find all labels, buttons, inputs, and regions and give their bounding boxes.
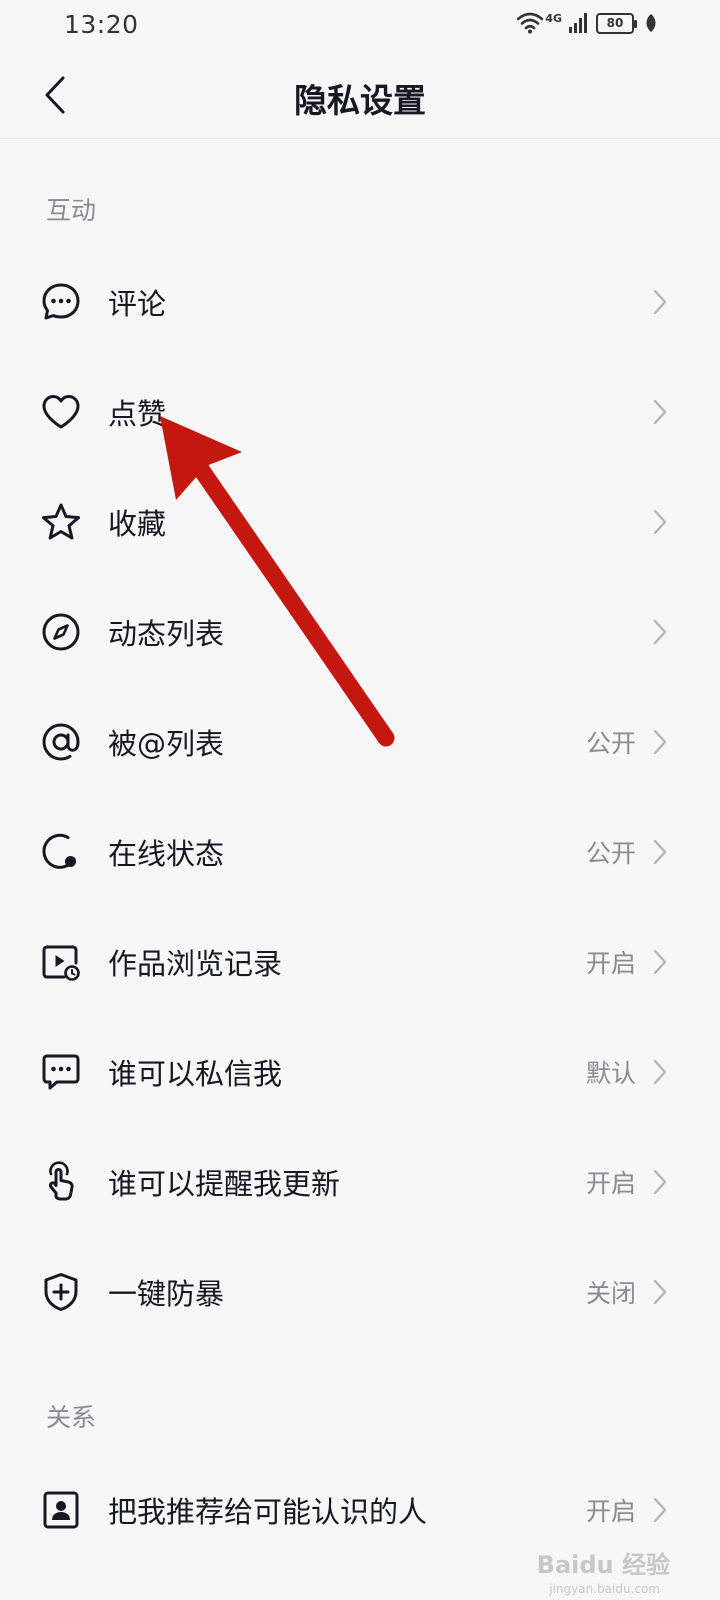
chevron-right-icon bbox=[650, 837, 670, 867]
row-value: 公开 bbox=[585, 729, 636, 758]
network-type-label: 4G bbox=[545, 12, 562, 25]
chevron-right-icon bbox=[650, 397, 670, 427]
contact-card-icon bbox=[40, 1489, 82, 1531]
online-status-icon bbox=[40, 831, 82, 873]
page-title: 隐私设置 bbox=[294, 81, 426, 120]
chevron-right-icon bbox=[650, 1495, 670, 1525]
row-value: 关闭 bbox=[585, 1279, 636, 1308]
comment-icon bbox=[40, 281, 82, 323]
chevron-right-icon bbox=[650, 287, 670, 317]
row-favorite[interactable]: 收藏 bbox=[0, 467, 720, 577]
row-value: 公开 bbox=[585, 839, 636, 868]
row-value: 开启 bbox=[585, 1169, 636, 1198]
section-title-interaction: 互动 bbox=[46, 196, 97, 225]
star-icon bbox=[40, 501, 82, 543]
row-label: 作品浏览记录 bbox=[108, 947, 283, 981]
row-label: 被@列表 bbox=[108, 727, 225, 761]
nav-bar: 隐私设置 bbox=[0, 52, 720, 139]
row-comment[interactable]: 评论 bbox=[0, 247, 720, 357]
message-icon bbox=[40, 1051, 82, 1093]
row-activity-list[interactable]: 动态列表 bbox=[0, 577, 720, 687]
shield-plus-icon bbox=[40, 1271, 82, 1313]
finger-tap-icon bbox=[40, 1161, 82, 1203]
status-icons: 4G 80 bbox=[517, 12, 658, 34]
row-value: 默认 bbox=[585, 1059, 636, 1088]
status-time: 13:20 bbox=[64, 10, 139, 39]
row-label: 把我推荐给可能认识的人 bbox=[108, 1495, 428, 1529]
chevron-right-icon bbox=[650, 1167, 670, 1197]
row-who-can-remind-update[interactable]: 谁可以提醒我更新 开启 bbox=[0, 1127, 720, 1237]
row-value: 开启 bbox=[585, 949, 636, 978]
row-video-view-history[interactable]: 作品浏览记录 开启 bbox=[0, 907, 720, 1017]
row-label: 在线状态 bbox=[108, 837, 225, 871]
row-who-can-message[interactable]: 谁可以私信我 默认 bbox=[0, 1017, 720, 1127]
heart-icon bbox=[40, 391, 82, 433]
compass-icon bbox=[40, 611, 82, 653]
row-label: 谁可以私信我 bbox=[108, 1057, 283, 1091]
row-like[interactable]: 点赞 bbox=[0, 357, 720, 467]
chevron-right-icon bbox=[650, 727, 670, 757]
row-mention-list[interactable]: 被@列表 公开 bbox=[0, 687, 720, 797]
row-label: 评论 bbox=[108, 287, 167, 321]
chevron-right-icon bbox=[650, 947, 670, 977]
section-title-relation: 关系 bbox=[46, 1403, 97, 1432]
row-label: 收藏 bbox=[108, 507, 167, 541]
row-one-click-protection[interactable]: 一键防暴 关闭 bbox=[0, 1237, 720, 1347]
at-icon bbox=[40, 721, 82, 763]
status-bar: 13:20 4G 80 bbox=[0, 0, 720, 52]
row-label: 动态列表 bbox=[108, 617, 225, 651]
battery-indicator: 80 bbox=[596, 12, 637, 34]
wifi-icon bbox=[517, 12, 544, 34]
row-online-status[interactable]: 在线状态 公开 bbox=[0, 797, 720, 907]
chevron-right-icon bbox=[650, 1057, 670, 1087]
watermark-url: jingyan.baidu.com bbox=[549, 1582, 660, 1596]
row-value: 开启 bbox=[585, 1497, 636, 1526]
chevron-right-icon bbox=[650, 507, 670, 537]
baidu-watermark-logo: Baidu 经验 bbox=[536, 1551, 670, 1579]
row-label: 谁可以提醒我更新 bbox=[108, 1167, 341, 1201]
signal-icon bbox=[569, 13, 587, 33]
chevron-right-icon bbox=[650, 1277, 670, 1307]
row-label: 一键防暴 bbox=[108, 1277, 225, 1311]
leaf-icon bbox=[646, 14, 656, 32]
chevron-right-icon bbox=[650, 617, 670, 647]
row-label: 点赞 bbox=[108, 397, 167, 431]
video-history-icon bbox=[40, 941, 82, 983]
